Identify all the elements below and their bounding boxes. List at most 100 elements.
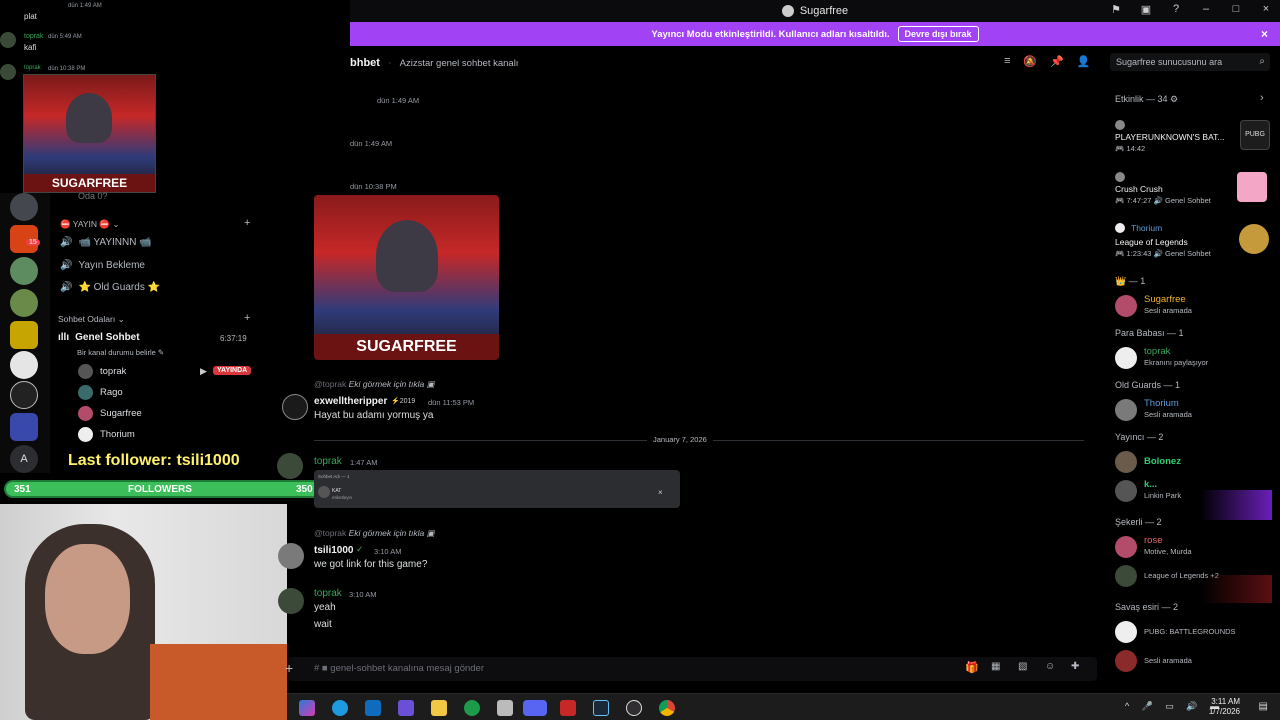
- voice-user[interactable]: Rago: [78, 385, 123, 400]
- member-status: Sesli aramada: [1144, 306, 1192, 315]
- member-row[interactable]: Sugarfree Sesli aramada: [1115, 293, 1270, 319]
- voice-status-setter[interactable]: Bir kanal durumu belirle ✎: [77, 348, 164, 357]
- member-row[interactable]: rose Motive, Murda: [1115, 534, 1270, 560]
- app-logo-icon: [781, 5, 794, 17]
- voice-channel-yayinnn[interactable]: 🔊 📹 YAYINNN 📹: [60, 237, 152, 248]
- member-row[interactable]: toprak Ekranını paylaşıyor: [1115, 345, 1270, 371]
- notification-icon[interactable]: ▤: [1259, 701, 1268, 712]
- help-icon[interactable]: ?: [1168, 3, 1184, 16]
- sticker-icon[interactable]: ▧: [1018, 661, 1027, 672]
- server-icon[interactable]: [10, 289, 38, 317]
- activity-meta: 🎮 7:47:27 🔊 Genel Sohbet: [1115, 196, 1211, 205]
- category-yayin[interactable]: ⛔ YAYIN ⛔ ⌄: [60, 219, 119, 230]
- chevron-down-icon: ⌄: [112, 219, 120, 229]
- steam-icon[interactable]: [593, 700, 609, 716]
- voice-user[interactable]: Thorium: [78, 427, 135, 442]
- app-icon[interactable]: [497, 700, 513, 716]
- avatar[interactable]: [278, 543, 304, 569]
- discord-icon[interactable]: [523, 700, 547, 716]
- member-list-icon[interactable]: 👤: [1077, 55, 1091, 68]
- voice-user[interactable]: toprak: [78, 364, 126, 379]
- window-titlebar: Sugarfree ⚑ ▣ ? – □ ×: [350, 0, 1280, 22]
- image-attachment[interactable]: SUGARFREE: [314, 195, 499, 360]
- header-toolbar: ≡ 🔕 📌 👤: [1004, 55, 1091, 68]
- screen-icon[interactable]: ▣: [1138, 3, 1154, 16]
- app-icon[interactable]: [560, 700, 576, 716]
- gift-icon[interactable]: 🎁: [965, 661, 979, 674]
- category-sohbet[interactable]: Sohbet Odaları ⌄: [58, 314, 125, 325]
- channel-topic[interactable]: Azizstar genel sohbet kanalı: [400, 58, 519, 69]
- maximize-icon[interactable]: □: [1228, 3, 1244, 16]
- inbox-icon[interactable]: ⚑: [1108, 3, 1124, 16]
- member-row[interactable]: Bolonez: [1115, 449, 1270, 475]
- threads-icon[interactable]: ≡: [1004, 55, 1010, 68]
- voice-user[interactable]: Sugarfree: [78, 406, 142, 421]
- voice-channel-yayin-bekleme[interactable]: 🔊 Yayın Bekleme: [60, 260, 145, 271]
- server-icon[interactable]: [10, 351, 38, 379]
- member-row[interactable]: Sesli aramada: [1115, 648, 1270, 674]
- close-icon[interactable]: ×: [658, 488, 663, 497]
- voice-channel-old-guards[interactable]: 🔊 ⭐ Old Guards ⭐: [60, 282, 160, 293]
- app-icon[interactable]: [464, 700, 480, 716]
- obs-icon[interactable]: [626, 700, 642, 716]
- message-author[interactable]: toprak: [314, 456, 342, 467]
- add-channel-icon[interactable]: +: [244, 217, 250, 229]
- avatar: [1115, 451, 1137, 473]
- date-divider: January 7, 2026: [647, 435, 713, 444]
- explorer-icon[interactable]: [431, 700, 447, 716]
- activity-title: Etkinlik — 34: [1115, 94, 1168, 104]
- search-icon: ⌕: [1259, 56, 1265, 67]
- server-icon[interactable]: [10, 321, 38, 349]
- attach-icon[interactable]: +: [285, 660, 293, 676]
- search-input[interactable]: Sugarfree sunucusunu ara ⌕: [1110, 53, 1270, 71]
- close-icon[interactable]: ×: [1258, 3, 1274, 16]
- activity-card[interactable]: Thorium League of Legends 🎮 1:23:43 🔊 Ge…: [1115, 222, 1270, 262]
- pin-icon[interactable]: 📌: [1050, 55, 1064, 68]
- avatar: [1115, 399, 1137, 421]
- server-icon[interactable]: [10, 193, 38, 221]
- follower-goal-bar: 351 FOLLOWERS 350: [4, 480, 322, 498]
- voice-channel-genel-sohbet[interactable]: ıllı Genel Sohbet: [58, 332, 140, 343]
- chrome-icon[interactable]: [659, 700, 675, 716]
- close-icon[interactable]: ×: [1261, 27, 1268, 41]
- activity-meta: 🎮 1:23:43 🔊 Genel Sohbet: [1115, 249, 1211, 258]
- member-row[interactable]: Thorium Sesli aramada: [1115, 397, 1270, 423]
- add-channel-icon[interactable]: +: [244, 312, 250, 324]
- clock[interactable]: 3:11 AM 1/7/2026: [1209, 697, 1240, 717]
- streamer-mode-banner: Yayıncı Modu etkinleştirildi. Kullanıcı …: [350, 22, 1280, 46]
- activity-card[interactable]: PLAYERUNKNOWN'S BAT... 🎮 14:42 PUBG: [1115, 118, 1270, 158]
- reply-preview[interactable]: @toprak Eki görmek için tıkla ▣: [314, 379, 435, 390]
- server-icon[interactable]: [10, 381, 38, 409]
- copilot-icon[interactable]: [299, 700, 315, 716]
- server-icon[interactable]: A: [10, 445, 38, 473]
- embed-card[interactable]: Sohbet Adı — 1 KAT etiketleyin ×: [314, 470, 680, 508]
- edge-icon[interactable]: [332, 700, 348, 716]
- avatar[interactable]: [282, 394, 308, 420]
- server-icon[interactable]: [10, 413, 38, 441]
- server-icon[interactable]: [10, 257, 38, 285]
- channel-partial[interactable]: Oda 0?: [78, 191, 108, 201]
- disable-button[interactable]: Devre dışı bırak: [897, 26, 979, 42]
- chevron-right-icon[interactable]: ›: [1260, 92, 1264, 104]
- member-group-header: Yayıncı — 2: [1115, 432, 1164, 442]
- emoji-icon[interactable]: ☺: [1045, 661, 1055, 672]
- message-author[interactable]: toprak: [314, 588, 342, 599]
- minimize-icon[interactable]: –: [1198, 3, 1214, 16]
- message-composer[interactable]: + # ■ genel-sohbet kanalına mesaj gönder…: [285, 657, 1097, 681]
- notification-icon[interactable]: 🔕: [1023, 55, 1037, 68]
- activity-header[interactable]: Etkinlik — 34 ⚙: [1115, 94, 1178, 105]
- member-status: Linkin Park: [1144, 491, 1182, 500]
- outlook-icon[interactable]: [365, 700, 381, 716]
- app-icon[interactable]: [398, 700, 414, 716]
- message-author[interactable]: exwelltheripper: [314, 396, 387, 407]
- avatar[interactable]: [278, 588, 304, 614]
- activity-card[interactable]: Crush Crush 🎮 7:47:27 🔊 Genel Sohbet: [1115, 170, 1270, 210]
- apps-icon[interactable]: ✚: [1071, 661, 1079, 672]
- overlay-chat: dün 1:49 AM plat toprak dün 5:49 AM kafi…: [0, 0, 350, 80]
- reply-preview[interactable]: @toprak Eki görmek için tıkla ▣: [314, 528, 435, 539]
- avatar[interactable]: [277, 453, 303, 479]
- overlay-time: dün 10:38 PM: [48, 66, 86, 72]
- message-author[interactable]: tsili1000: [314, 545, 353, 556]
- member-row[interactable]: PUBG: BATTLEGROUNDS: [1115, 619, 1270, 645]
- gif-icon[interactable]: ▦: [991, 661, 1000, 672]
